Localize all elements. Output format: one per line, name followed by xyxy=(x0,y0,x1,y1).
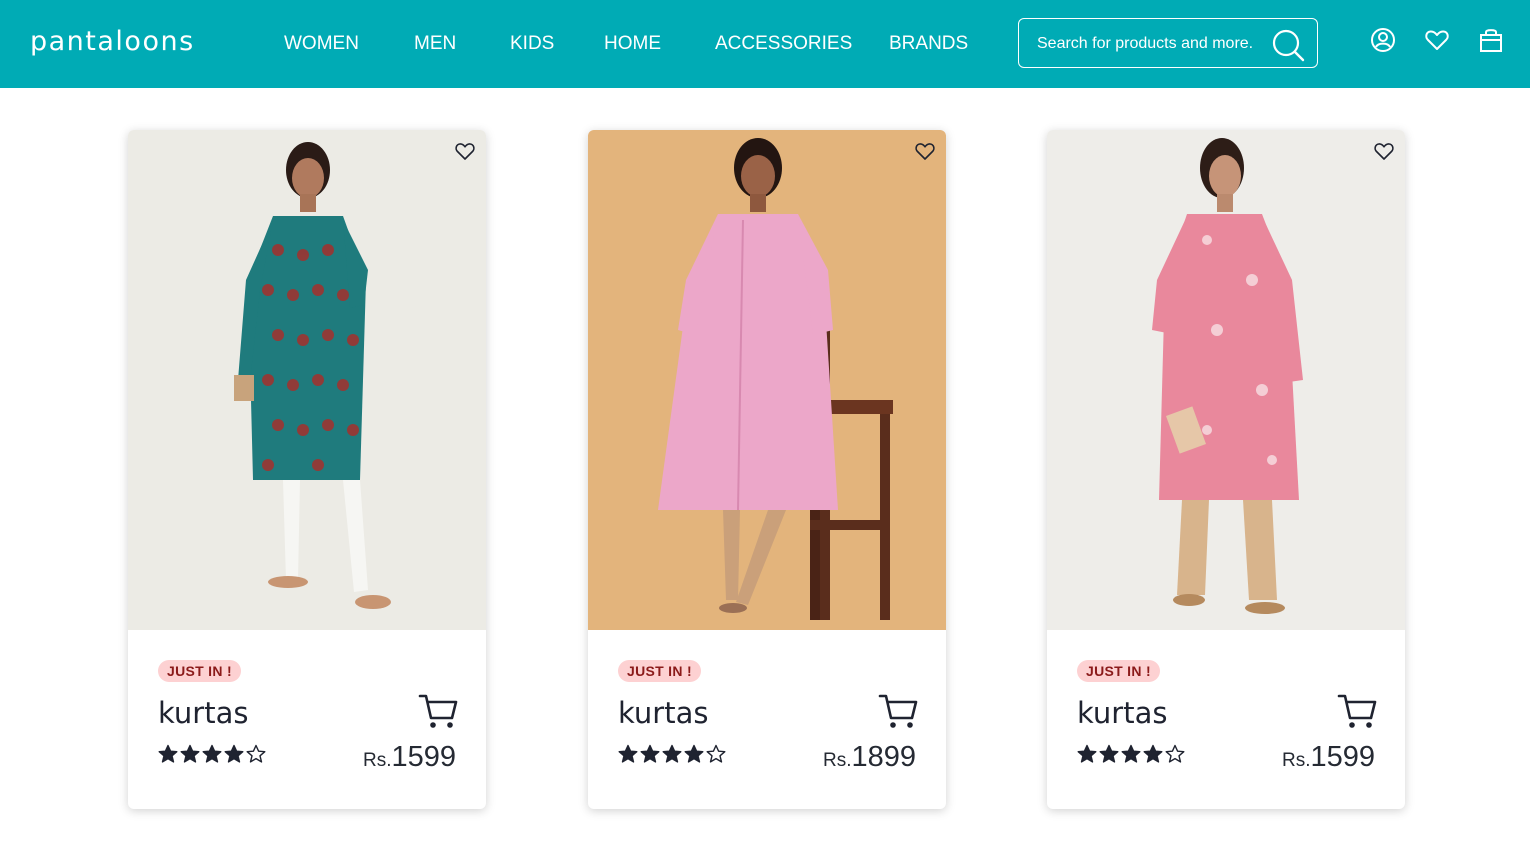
add-to-cart-icon[interactable] xyxy=(878,692,918,730)
price-amount: 1599 xyxy=(391,741,456,773)
search-box xyxy=(1018,18,1318,68)
product-card[interactable]: JUST IN ! kurtas Rs.1899 xyxy=(588,130,946,809)
nav-accessories[interactable]: ACCESSORIES xyxy=(715,33,852,55)
product-image[interactable] xyxy=(588,130,946,630)
just-in-badge: JUST IN ! xyxy=(158,660,241,682)
price-currency: Rs. xyxy=(362,750,392,771)
just-in-badge: JUST IN ! xyxy=(618,660,701,682)
nav-brands[interactable]: BRANDS xyxy=(889,33,968,55)
price-amount: 1599 xyxy=(1310,741,1375,773)
star-filled-icon xyxy=(640,744,660,763)
brand-logo[interactable]: pantaloons xyxy=(30,26,195,57)
star-empty-icon xyxy=(246,744,266,763)
star-filled-icon xyxy=(1121,744,1141,763)
star-filled-icon xyxy=(1099,744,1119,763)
account-icon[interactable] xyxy=(1370,26,1396,54)
product-price: Rs.1899 xyxy=(823,741,916,774)
nav-home[interactable]: HOME xyxy=(604,33,661,55)
product-image[interactable] xyxy=(128,130,486,630)
rating-stars xyxy=(1077,744,1185,768)
product-price: Rs.1599 xyxy=(1282,741,1375,774)
star-filled-icon xyxy=(158,744,178,763)
star-filled-icon xyxy=(684,744,704,763)
wishlist-heart-icon[interactable] xyxy=(454,140,476,162)
just-in-badge: JUST IN ! xyxy=(1077,660,1160,682)
star-filled-icon xyxy=(224,744,244,763)
product-image[interactable] xyxy=(1047,130,1405,630)
shopping-bag-icon[interactable] xyxy=(1478,26,1504,54)
nav-women[interactable]: WOMEN xyxy=(284,33,359,55)
product-card[interactable]: JUST IN ! kurtas Rs.1599 xyxy=(128,130,486,809)
wishlist-icon[interactable] xyxy=(1424,26,1450,54)
nav-kids[interactable]: KIDS xyxy=(510,33,554,55)
star-filled-icon xyxy=(618,744,638,763)
nav-men[interactable]: MEN xyxy=(414,33,456,55)
rating-stars xyxy=(158,744,266,768)
star-empty-icon xyxy=(1165,744,1185,763)
product-card[interactable]: JUST IN ! kurtas Rs.1599 xyxy=(1047,130,1405,809)
wishlist-heart-icon[interactable] xyxy=(1373,140,1395,162)
product-title[interactable]: kurtas xyxy=(1077,696,1167,730)
product-title[interactable]: kurtas xyxy=(618,696,708,730)
add-to-cart-icon[interactable] xyxy=(1337,692,1377,730)
price-currency: Rs. xyxy=(1281,750,1311,771)
price-currency: Rs. xyxy=(822,750,852,771)
star-filled-icon xyxy=(1143,744,1163,763)
star-filled-icon xyxy=(662,744,682,763)
search-icon[interactable] xyxy=(1271,28,1305,62)
star-filled-icon xyxy=(202,744,222,763)
add-to-cart-icon[interactable] xyxy=(418,692,458,730)
star-filled-icon xyxy=(1077,744,1097,763)
star-filled-icon xyxy=(180,744,200,763)
top-navbar: pantaloons WOMEN MEN KIDS HOME ACCESSORI… xyxy=(0,0,1530,88)
rating-stars xyxy=(618,744,726,768)
price-amount: 1899 xyxy=(851,741,916,773)
product-price: Rs.1599 xyxy=(363,741,456,774)
star-empty-icon xyxy=(706,744,726,763)
product-title[interactable]: kurtas xyxy=(158,696,248,730)
search-input[interactable] xyxy=(1037,33,1272,55)
wishlist-heart-icon[interactable] xyxy=(914,140,936,162)
